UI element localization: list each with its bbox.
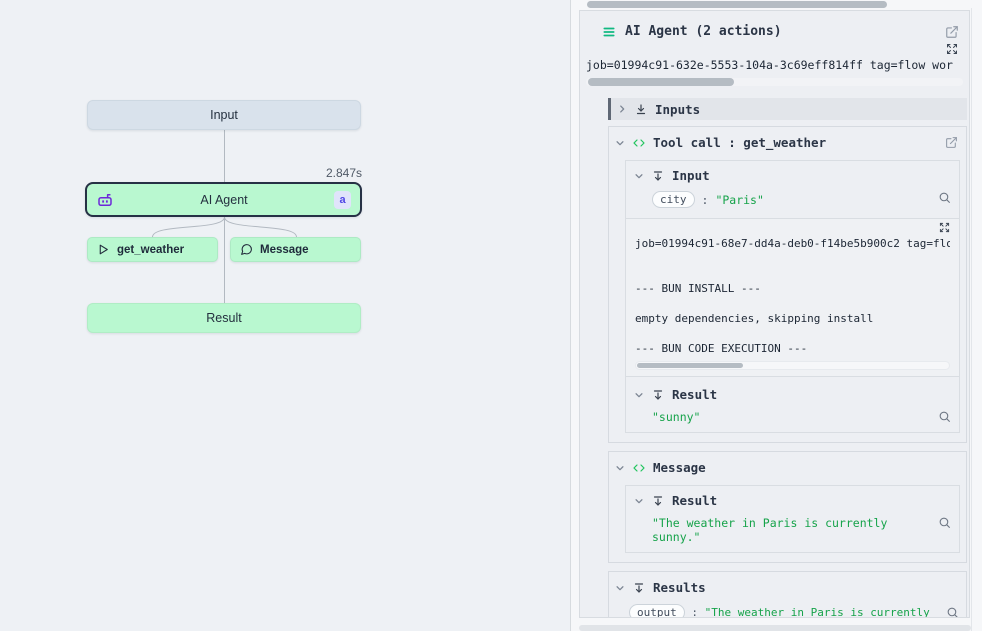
scrollbar-thumb[interactable] bbox=[637, 363, 743, 368]
tool-result-row: "sunny" bbox=[652, 410, 951, 424]
chevron-down-icon[interactable] bbox=[634, 390, 644, 400]
job-scrollbar[interactable] bbox=[586, 78, 963, 86]
chevron-right-icon[interactable] bbox=[617, 104, 627, 114]
node-result-label: Result bbox=[206, 311, 241, 325]
message-result-row: "The weather in Paris is currently sunny… bbox=[652, 516, 951, 544]
search-icon[interactable] bbox=[938, 410, 951, 423]
result-label: Result bbox=[672, 387, 717, 402]
section-message: Message Result "The weather in Paris is … bbox=[608, 451, 967, 563]
inputs-label: Inputs bbox=[655, 102, 700, 117]
log-line bbox=[635, 296, 950, 311]
node-input-label: Input bbox=[210, 108, 238, 122]
result-subsection-header[interactable]: Result bbox=[626, 387, 959, 402]
agent-badge: a bbox=[334, 191, 351, 209]
menu-lines-icon bbox=[602, 25, 616, 39]
external-link-icon[interactable] bbox=[945, 136, 958, 149]
horizontal-scrollbar-bottom[interactable] bbox=[579, 625, 971, 631]
message-result-header[interactable]: Result bbox=[626, 493, 959, 508]
results-header[interactable]: Results bbox=[609, 572, 966, 595]
arrow-down-from-line-icon bbox=[652, 495, 664, 507]
output-key-badge: output bbox=[629, 604, 685, 618]
section-inputs[interactable]: Inputs bbox=[608, 98, 967, 120]
scrollbar-thumb[interactable] bbox=[587, 1, 887, 8]
arg-key-badge: city bbox=[652, 191, 695, 208]
arrow-down-from-line-icon bbox=[652, 170, 664, 182]
node-message[interactable]: Message bbox=[230, 237, 361, 262]
log-line: --- BUN INSTALL --- bbox=[635, 281, 950, 296]
section-tool-call: Tool call : get_weather bbox=[608, 126, 967, 443]
chevron-down-icon[interactable] bbox=[634, 496, 644, 506]
chevron-down-icon[interactable] bbox=[615, 583, 625, 593]
results-title: Results bbox=[653, 580, 706, 595]
log-expand-row bbox=[635, 222, 950, 236]
panel-title: AI Agent (2 actions) bbox=[625, 24, 936, 39]
arrow-down-from-line-icon bbox=[652, 389, 664, 401]
agent-duration: 2.847s bbox=[240, 166, 362, 180]
separator: : bbox=[691, 606, 698, 618]
log-line bbox=[635, 251, 950, 266]
run-details-pane: AI Agent (2 actions) job=01994c91-632e-5… bbox=[570, 0, 982, 631]
code-icon bbox=[633, 462, 645, 474]
ai-agent-panel: AI Agent (2 actions) job=01994c91-632e-5… bbox=[579, 10, 970, 618]
scrollbar-thumb[interactable] bbox=[588, 78, 734, 86]
log-line: empty dependencies, skipping install bbox=[635, 311, 950, 326]
arrow-down-to-line-icon bbox=[635, 103, 647, 115]
node-result[interactable]: Result bbox=[87, 303, 361, 333]
node-get-weather-label: get_weather bbox=[117, 244, 184, 256]
robot-icon bbox=[96, 191, 114, 209]
job-id-line: job=01994c91-632e-5553-104a-3c69eff814ff… bbox=[586, 58, 965, 72]
sections: Inputs Tool call : get_weather bbox=[608, 98, 967, 618]
search-icon[interactable] bbox=[946, 606, 959, 618]
tool-call-header[interactable]: Tool call : get_weather bbox=[609, 127, 966, 150]
chevron-down-icon[interactable] bbox=[615, 138, 625, 148]
external-link-icon[interactable] bbox=[945, 25, 959, 39]
message-result-label: Result bbox=[672, 493, 717, 508]
tool-call-title: Tool call : get_weather bbox=[653, 135, 826, 150]
vertical-scrollbar-gutter[interactable] bbox=[971, 8, 982, 631]
input-subsection-header[interactable]: Input bbox=[626, 168, 959, 183]
message-title: Message bbox=[653, 460, 706, 475]
message-bubble-icon bbox=[240, 243, 253, 256]
message-body: Result "The weather in Paris is currentl… bbox=[625, 485, 960, 553]
node-input[interactable]: Input bbox=[87, 100, 361, 130]
log-line: job=01994c91-68e7-dd4a-deb0-f14be5b900c2… bbox=[635, 236, 950, 251]
horizontal-scrollbar-top[interactable] bbox=[583, 1, 966, 8]
job-log-panel: job=01994c91-68e7-dd4a-deb0-f14be5b900c2… bbox=[626, 218, 959, 377]
flow-canvas[interactable]: Input 2.847s AI Agent a get_weather bbox=[0, 0, 570, 631]
input-label: Input bbox=[672, 168, 710, 183]
panel-header: AI Agent (2 actions) bbox=[602, 24, 959, 39]
log-line: --- BUN CODE EXECUTION --- bbox=[635, 341, 950, 356]
node-ai-agent-label: AI Agent bbox=[114, 193, 334, 207]
expand-row bbox=[580, 43, 958, 55]
tool-result-value: "sunny" bbox=[652, 410, 700, 424]
chevron-down-icon[interactable] bbox=[615, 463, 625, 473]
message-result-value: "The weather in Paris is currently sunny… bbox=[652, 516, 929, 544]
section-results: Results output : "The weather in Paris i… bbox=[608, 571, 967, 618]
node-ai-agent[interactable]: AI Agent a bbox=[85, 182, 362, 217]
search-icon[interactable] bbox=[938, 516, 951, 529]
search-icon[interactable] bbox=[938, 191, 951, 204]
expand-icon[interactable] bbox=[939, 222, 950, 236]
log-line bbox=[635, 266, 950, 281]
tool-call-body: Input city : "Paris" bbox=[625, 160, 960, 433]
message-header[interactable]: Message bbox=[609, 452, 966, 475]
arrow-down-from-line-icon bbox=[633, 582, 645, 594]
code-icon bbox=[633, 137, 645, 149]
log-line bbox=[635, 326, 950, 341]
separator: : bbox=[702, 193, 709, 207]
expand-icon[interactable] bbox=[946, 43, 958, 55]
node-get-weather[interactable]: get_weather bbox=[87, 237, 218, 262]
chevron-down-icon[interactable] bbox=[634, 171, 644, 181]
arg-value: "Paris" bbox=[715, 193, 763, 207]
results-output-row: output : "The weather in Paris is curren… bbox=[629, 603, 959, 618]
log-scrollbar[interactable] bbox=[635, 361, 950, 370]
node-message-label: Message bbox=[260, 244, 309, 256]
arg-city-row: city : "Paris" bbox=[652, 191, 951, 208]
play-icon bbox=[97, 243, 110, 256]
